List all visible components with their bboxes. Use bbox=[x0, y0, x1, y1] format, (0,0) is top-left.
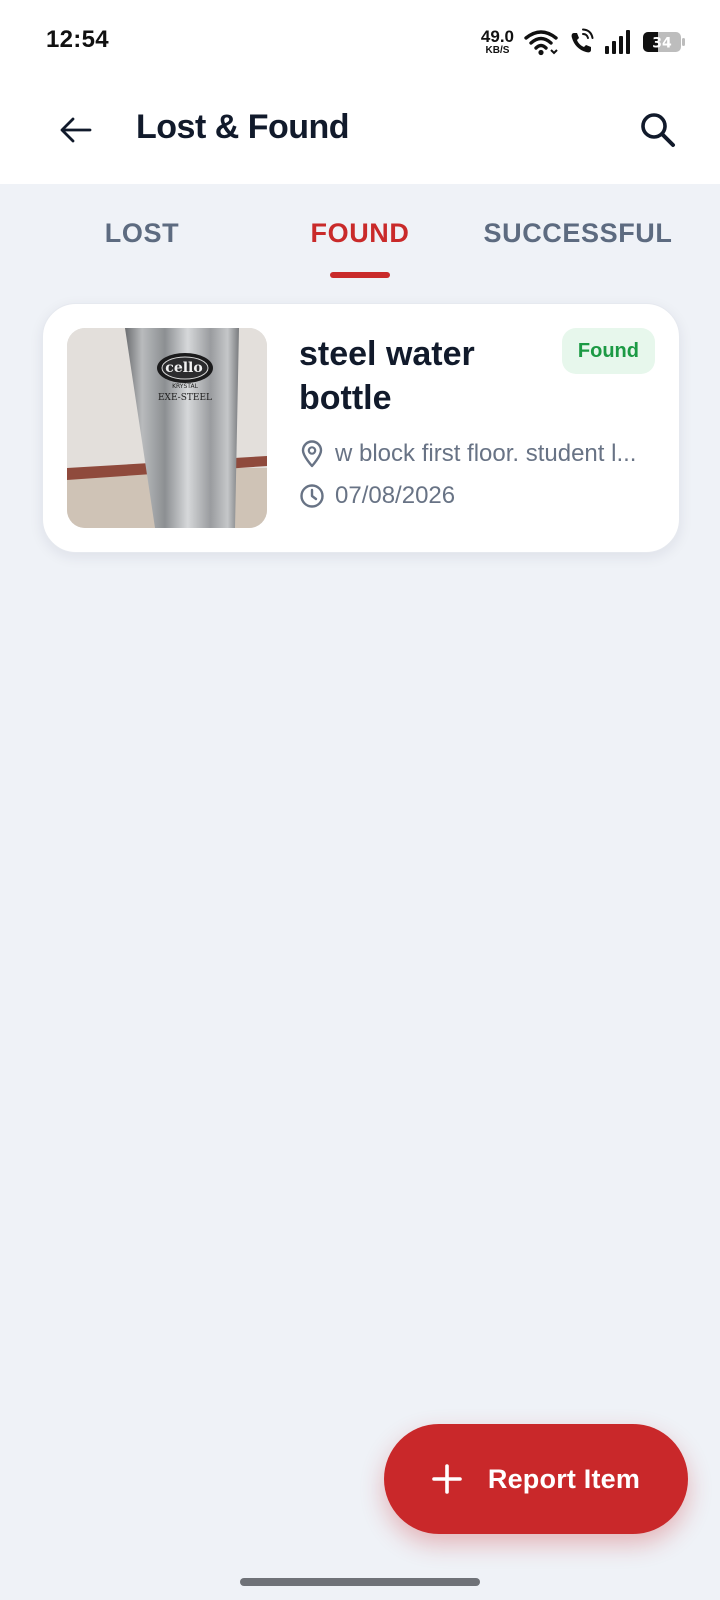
battery-level: 34 bbox=[652, 36, 672, 52]
plus-icon bbox=[432, 1464, 462, 1494]
tab-selected-indicator bbox=[330, 272, 390, 278]
back-button[interactable] bbox=[52, 106, 100, 154]
brand-sub-text: KRYSTAL bbox=[172, 383, 198, 390]
location-pin-icon bbox=[301, 440, 323, 468]
item-title: steel water bottle bbox=[299, 335, 475, 417]
item-date: 07/08/2026 bbox=[299, 482, 455, 510]
wifi-icon bbox=[524, 30, 558, 56]
tab-bar: LOST FOUND SUCCESSFUL bbox=[0, 184, 720, 284]
status-bar: 12:54 49.0 KB/S 34 bbox=[0, 0, 720, 84]
arrow-left-icon bbox=[60, 117, 92, 143]
wifi-calling-icon bbox=[571, 28, 594, 53]
app-bar: Lost & Found bbox=[0, 84, 720, 184]
status-time: 12:54 bbox=[46, 26, 109, 53]
search-button[interactable] bbox=[632, 104, 684, 156]
item-date-text: 07/08/2026 bbox=[335, 482, 456, 509]
item-location: w block first floor. student l... bbox=[299, 440, 636, 468]
tab-found[interactable]: FOUND bbox=[300, 218, 420, 249]
network-speed: 49.0 KB/S bbox=[481, 28, 514, 56]
report-item-button[interactable]: Report Item bbox=[384, 1424, 688, 1534]
search-icon bbox=[641, 113, 675, 147]
tab-successful[interactable]: SUCCESSFUL bbox=[478, 218, 678, 249]
status-icons: 49.0 KB/S 34 bbox=[481, 24, 686, 60]
item-photo: cello KRYSTAL EXE-STEEL bbox=[67, 328, 267, 528]
signal-icon bbox=[605, 30, 630, 54]
item-card[interactable]: cello KRYSTAL EXE-STEEL steel water bott… bbox=[42, 303, 680, 553]
brand-line-text: EXE-STEEL bbox=[158, 393, 212, 403]
item-location-text: w block first floor. student l... bbox=[335, 440, 637, 467]
battery-icon: 34 bbox=[642, 31, 686, 53]
tab-lost[interactable]: LOST bbox=[90, 218, 194, 249]
brand-logo-text: cello bbox=[165, 360, 202, 376]
network-speed-value: 49.0 bbox=[480, 27, 514, 46]
report-item-label: Report Item bbox=[487, 1463, 641, 1494]
gesture-navigation-bar[interactable] bbox=[240, 1578, 480, 1586]
page-title: Lost & Found bbox=[136, 108, 350, 146]
clock-icon bbox=[300, 484, 324, 508]
status-badge: Found bbox=[561, 328, 655, 374]
network-speed-unit: KB/S bbox=[485, 45, 510, 56]
